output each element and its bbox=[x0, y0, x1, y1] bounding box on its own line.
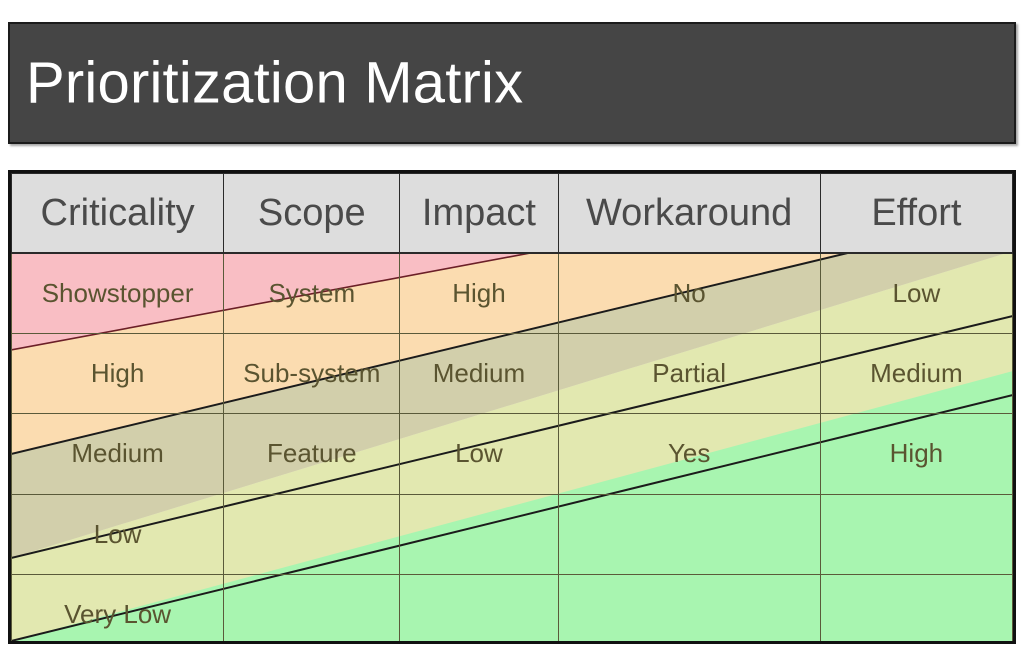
prioritization-matrix-table: Criticality Scope Impact Workaround Effo… bbox=[8, 170, 1016, 644]
cell-impact-5 bbox=[399, 573, 559, 641]
table-row: Very Low bbox=[11, 573, 1013, 641]
cell-scope-3: Feature bbox=[223, 413, 401, 495]
cell-effort-3: High bbox=[819, 413, 1013, 495]
cell-workaround-4 bbox=[557, 493, 821, 575]
column-header-impact[interactable]: Impact bbox=[399, 173, 559, 254]
table-row: Showstopper System High No Low bbox=[11, 252, 1013, 335]
table-row: Low bbox=[11, 493, 1013, 575]
cell-workaround-1: No bbox=[557, 252, 821, 335]
cell-workaround-2: Partial bbox=[557, 333, 821, 415]
title-banner: Prioritization Matrix bbox=[8, 22, 1016, 144]
cell-workaround-5 bbox=[557, 573, 821, 641]
cell-impact-2: Medium bbox=[399, 333, 559, 415]
cell-effort-1: Low bbox=[819, 252, 1013, 335]
cell-criticality-1: Showstopper bbox=[11, 252, 225, 335]
column-header-criticality[interactable]: Criticality bbox=[11, 173, 225, 254]
matrix-grid: Criticality Scope Impact Workaround Effo… bbox=[11, 173, 1013, 641]
cell-effort-2: Medium bbox=[819, 333, 1013, 415]
cell-workaround-3: Yes bbox=[557, 413, 821, 495]
cell-criticality-2: High bbox=[11, 333, 225, 415]
cell-impact-4 bbox=[399, 493, 559, 575]
table-row: High Sub-system Medium Partial Medium bbox=[11, 333, 1013, 415]
matrix-header-row: Criticality Scope Impact Workaround Effo… bbox=[11, 173, 1013, 254]
cell-scope-5 bbox=[223, 573, 401, 641]
cell-impact-3: Low bbox=[399, 413, 559, 495]
cell-scope-2: Sub-system bbox=[223, 333, 401, 415]
table-row: Medium Feature Low Yes High bbox=[11, 413, 1013, 495]
page-title: Prioritization Matrix bbox=[26, 50, 524, 116]
column-header-scope[interactable]: Scope bbox=[223, 173, 401, 254]
cell-criticality-5: Very Low bbox=[11, 573, 225, 641]
column-header-workaround[interactable]: Workaround bbox=[557, 173, 821, 254]
cell-scope-4 bbox=[223, 493, 401, 575]
cell-scope-1: System bbox=[223, 252, 401, 335]
cell-criticality-3: Medium bbox=[11, 413, 225, 495]
cell-effort-5 bbox=[819, 573, 1013, 641]
column-header-effort[interactable]: Effort bbox=[819, 173, 1013, 254]
matrix-inner: Criticality Scope Impact Workaround Effo… bbox=[11, 173, 1013, 641]
cell-impact-1: High bbox=[399, 252, 559, 335]
prioritization-matrix-page: Prioritization Matrix Criticality Scope … bbox=[0, 0, 1024, 652]
cell-effort-4 bbox=[819, 493, 1013, 575]
cell-criticality-4: Low bbox=[11, 493, 225, 575]
